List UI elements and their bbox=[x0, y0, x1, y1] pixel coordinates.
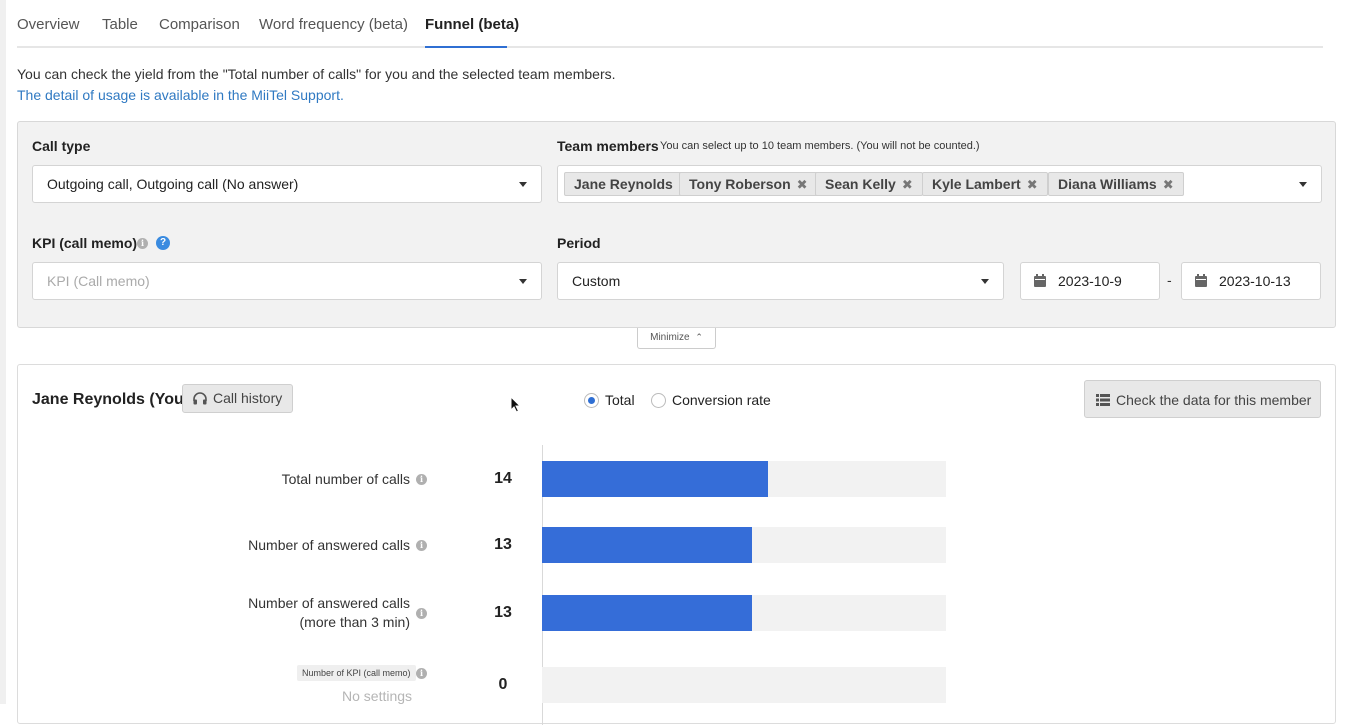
info-icon[interactable]: i bbox=[137, 238, 148, 249]
info-icon[interactable]: i bbox=[416, 474, 427, 485]
tab-overview[interactable]: Overview bbox=[17, 16, 80, 33]
team-members-label: Team members bbox=[557, 138, 659, 154]
funnel-bar-track bbox=[542, 461, 946, 497]
tab-comparison[interactable]: Comparison bbox=[159, 16, 240, 33]
member-chip: Tony Roberson ✖ bbox=[679, 172, 818, 196]
period-label: Period bbox=[557, 235, 601, 251]
remove-chip-icon[interactable]: ✖ bbox=[1027, 177, 1038, 192]
member-chip: Jane Reynolds bbox=[564, 172, 683, 196]
kpi-select[interactable]: KPI (Call memo) bbox=[32, 262, 542, 300]
member-chip: Diana Williams ✖ bbox=[1048, 172, 1184, 196]
chevron-down-icon bbox=[519, 182, 527, 187]
radio-label: Total bbox=[605, 392, 635, 408]
member-name: Jane Reynolds (You) bbox=[32, 391, 190, 408]
tab-funnel[interactable]: Funnel (beta) bbox=[425, 16, 519, 33]
left-gutter bbox=[0, 0, 6, 704]
funnel-bar bbox=[542, 527, 753, 563]
remove-chip-icon[interactable]: ✖ bbox=[797, 177, 808, 192]
remove-chip-icon[interactable]: ✖ bbox=[1163, 177, 1174, 192]
no-settings-text: No settings bbox=[342, 688, 413, 704]
end-date-input[interactable]: 2023-10-13 bbox=[1181, 262, 1321, 300]
headphones-icon bbox=[193, 392, 207, 405]
call-type-label: Call type bbox=[32, 138, 91, 154]
kpi-tag: Number of KPI (call memo) bbox=[297, 665, 416, 681]
member-chip-label: Tony Roberson bbox=[689, 176, 791, 192]
chevron-up-icon: ⌃ bbox=[695, 332, 703, 342]
member-chip-label: Sean Kelly bbox=[825, 176, 896, 192]
member-chip-label: Kyle Lambert bbox=[932, 176, 1021, 192]
member-chip: Sean Kelly ✖ bbox=[815, 172, 923, 196]
funnel-row-value: 13 bbox=[494, 604, 512, 621]
funnel-row-label-text: Total number of calls bbox=[281, 471, 410, 487]
remove-chip-icon[interactable]: ✖ bbox=[902, 177, 913, 192]
minimize-button[interactable]: Minimize ⌃ bbox=[637, 328, 716, 349]
check-data-label: Check the data for this member bbox=[1116, 392, 1312, 408]
call-type-select[interactable]: Outgoing call, Outgoing call (No answer) bbox=[32, 165, 542, 203]
radio-total[interactable]: Total bbox=[584, 392, 635, 408]
member-chip-label: Jane Reynolds bbox=[574, 176, 673, 192]
end-date-value: 2023-10-13 bbox=[1219, 273, 1291, 289]
funnel-bar bbox=[542, 595, 753, 631]
support-link[interactable]: The detail of usage is available in the … bbox=[17, 87, 344, 103]
info-icon[interactable]: i bbox=[416, 608, 427, 619]
chevron-down-icon bbox=[1299, 182, 1307, 187]
funnel-row-label: Total number of calls bbox=[282, 470, 410, 489]
start-date-value: 2023-10-9 bbox=[1058, 273, 1122, 289]
radio-conversion-rate[interactable]: Conversion rate bbox=[651, 392, 771, 408]
funnel-bar-track bbox=[542, 667, 946, 703]
funnel-row-label-text: Number of answered calls bbox=[248, 537, 410, 553]
funnel-row-label-line2: (more than 3 min) bbox=[299, 614, 410, 630]
funnel-row-value: 14 bbox=[494, 470, 512, 487]
calendar-icon bbox=[1195, 274, 1207, 287]
date-separator: - bbox=[1167, 272, 1172, 288]
member-chip: Kyle Lambert ✖ bbox=[922, 172, 1048, 196]
tab-bar: Overview Table Comparison Word frequency… bbox=[17, 0, 1323, 48]
minimize-label: Minimize bbox=[650, 332, 690, 343]
chevron-down-icon bbox=[981, 279, 989, 284]
intro-text: You can check the yield from the "Total … bbox=[17, 66, 616, 82]
calendar-icon bbox=[1034, 274, 1046, 287]
radio-indicator bbox=[584, 393, 599, 408]
team-members-note: You can select up to 10 team members. (Y… bbox=[660, 140, 980, 152]
funnel-bar bbox=[542, 461, 769, 497]
filter-panel: Call type Outgoing call, Outgoing call (… bbox=[17, 121, 1336, 328]
team-members-select[interactable]: Jane Reynolds Tony Roberson ✖ Sean Kelly ✖… bbox=[557, 165, 1322, 203]
check-data-button[interactable]: Check the data for this member bbox=[1084, 380, 1321, 418]
funnel-row-label-line1: Number of answered calls bbox=[248, 595, 410, 611]
period-value: Custom bbox=[572, 273, 621, 289]
tab-table[interactable]: Table bbox=[102, 16, 138, 33]
chevron-down-icon bbox=[519, 279, 527, 284]
call-history-label: Call history bbox=[213, 390, 283, 406]
active-tab-indicator bbox=[425, 46, 507, 48]
funnel-row-value: 13 bbox=[494, 536, 512, 553]
info-icon[interactable]: i bbox=[416, 540, 427, 551]
kpi-label: KPI (call memo) bbox=[32, 235, 138, 251]
member-chip-label: Diana Williams bbox=[1058, 176, 1157, 192]
mouse-cursor-icon bbox=[510, 396, 522, 413]
funnel-bar-track bbox=[542, 527, 946, 563]
tab-word-frequency[interactable]: Word frequency (beta) bbox=[259, 16, 408, 33]
start-date-input[interactable]: 2023-10-9 bbox=[1020, 262, 1160, 300]
funnel-row-label: Number of answered calls (more than 3 mi… bbox=[248, 594, 410, 632]
funnel-row-label: Number of answered calls bbox=[248, 536, 410, 555]
period-select[interactable]: Custom bbox=[557, 262, 1004, 300]
info-icon[interactable]: i bbox=[416, 668, 427, 679]
list-icon bbox=[1096, 394, 1110, 406]
kpi-placeholder: KPI (Call memo) bbox=[47, 273, 150, 289]
call-type-value: Outgoing call, Outgoing call (No answer) bbox=[47, 176, 299, 192]
funnel-row-value: 0 bbox=[498, 676, 508, 693]
call-history-button[interactable]: Call history bbox=[182, 384, 294, 413]
help-icon[interactable]: ? bbox=[156, 236, 170, 250]
radio-label: Conversion rate bbox=[672, 392, 771, 408]
funnel-card: Jane Reynolds (You) Call history Total C… bbox=[17, 364, 1336, 725]
funnel-bar-track bbox=[542, 595, 946, 631]
radio-indicator bbox=[651, 393, 666, 408]
